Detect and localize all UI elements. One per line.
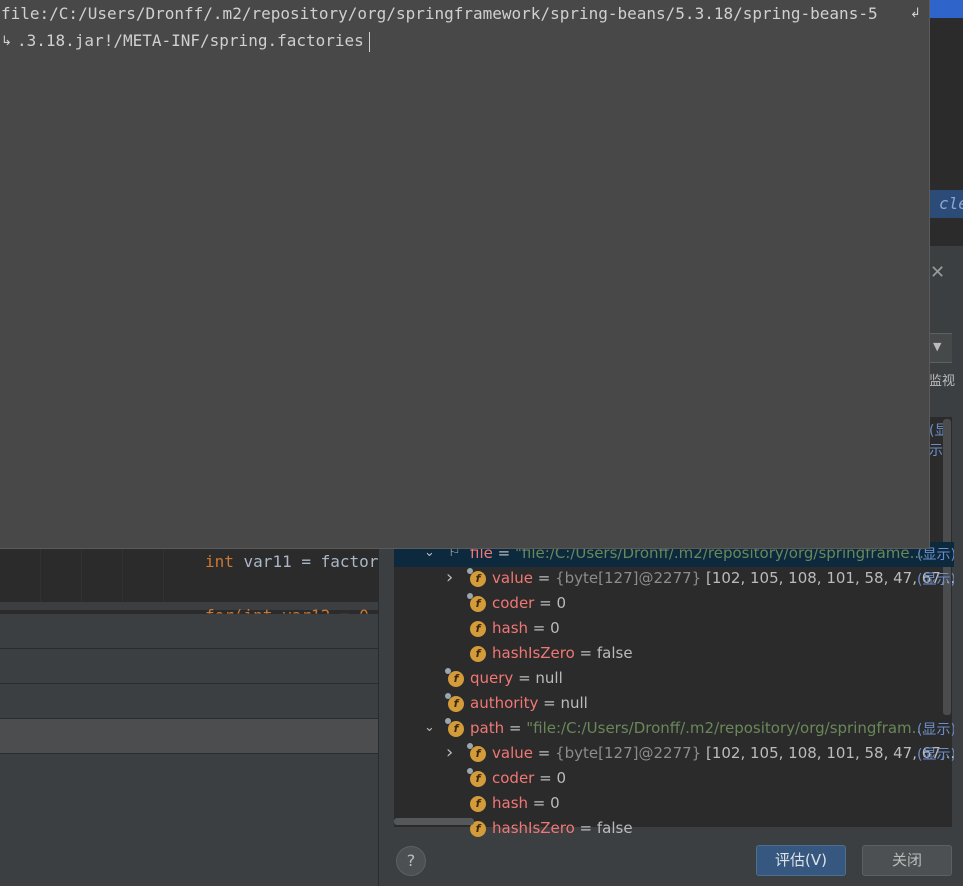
tree-row-text: path = "file:/C:/Users/Dronff/.m2/reposi… [470,719,926,737]
field-value: false [596,644,633,662]
field-value: 0 [550,619,560,637]
soft-wrap-icon: ↲ [910,6,921,21]
tree-row[interactable]: f hashIsZero = false [394,817,954,842]
tree-row[interactable]: f authority = null [394,692,954,717]
show-link[interactable]: (显示) [917,719,954,739]
tree-row-text: coder = 0 [492,769,566,787]
tree-row-text: authority = null [470,694,588,712]
tree-row-text: value = {byte[127]@2277} [102, 105, 108,… [492,744,954,762]
tree-row-text: value = {byte[127]@2277} [102, 105, 108,… [492,569,954,587]
tree-row-text: query = null [470,669,563,687]
tree-horizontal-scrollbar[interactable] [394,818,474,825]
tree-row[interactable]: f query = null [394,667,954,692]
chevron-down-icon[interactable]: ▼ [933,340,941,353]
frame-row-selected[interactable] [0,719,378,754]
tree-row[interactable]: f coder = 0 [394,767,954,792]
tree-row-text: coder = 0 [492,594,566,612]
tree-row[interactable]: f hash = 0 [394,792,954,817]
chevron-down-icon[interactable]: ⌄ [424,720,435,735]
field-value: "file:/C:/Users/Dronff/.m2/repository/or… [526,719,926,737]
field-icon: f [467,568,486,587]
field-icon: f [445,718,464,737]
tooltip-line-2: .3.18.jar!/META-INF/spring.factories [17,31,364,50]
tree-row[interactable]: › f value = {byte[127]@2277} [102, 105, 10… [394,742,954,767]
tree-row[interactable]: f coder = 0 [394,592,954,617]
field-name: value [492,569,533,587]
tree-row[interactable]: f hash = 0 [394,617,954,642]
value-tooltip[interactable]: file:/C:/Users/Dronff/.m2/repository/org… [0,0,930,549]
field-value: false [596,819,633,837]
field-value: 0 [550,794,560,812]
tree-row[interactable]: f hashIsZero = false [394,642,954,667]
field-icon: f [467,768,486,787]
close-icon[interactable]: ✕ [930,262,945,283]
field-icon: f [467,743,486,762]
frame-row[interactable] [0,684,378,719]
field-name: value [492,744,533,762]
tooltip-line-1: file:/C:/Users/Dronff/.m2/repository/org… [1,4,878,23]
field-name: hash [492,619,529,637]
field-value: null [560,694,588,712]
editor-gutter-area [929,18,963,190]
indent-guides [0,548,180,602]
field-name: authority [470,694,539,712]
tree-row-text: hashIsZero = false [492,644,633,662]
field-icon: f [445,693,464,712]
code-rest: var11 = factor [233,552,379,571]
add-watch-link[interactable]: 监视 [929,370,955,389]
frame-row[interactable] [0,614,378,649]
tree-row-text: hash = 0 [492,794,560,812]
tab-highlight [929,0,963,18]
field-icon: f [467,593,486,612]
tree-row-text: hashIsZero = false [492,819,633,837]
help-button[interactable]: ? [396,846,426,876]
soft-wrap-continue-icon: ↳ [1,34,12,49]
close-button[interactable]: 关闭 [862,845,952,876]
show-link[interactable]: (显示) [917,744,954,764]
code-line: int var11 = factor [205,552,378,571]
code-keyword: int [205,552,234,571]
debug-frames-panel [0,614,378,886]
chevron-right-icon[interactable]: › [446,742,453,763]
selected-code-line: cle [929,190,963,218]
tree-row[interactable]: › f value = {byte[127]@2277} [102, 105, 10… [394,567,954,592]
show-link[interactable]: (显示) [917,569,954,589]
field-name: coder [492,594,535,612]
object-ref: {byte[127]@2277} [555,569,702,587]
chevron-right-icon[interactable]: › [446,567,453,588]
field-icon: f [470,796,486,812]
field-icon: f [470,621,486,637]
field-name: hashIsZero [492,819,575,837]
editor-gutter-area-2 [929,218,963,246]
frame-row[interactable] [0,649,378,684]
field-name: coder [492,769,535,787]
field-value: null [535,669,563,687]
field-name: hash [492,794,529,812]
code-editor[interactable]: int var11 = factor for(int var12 = 0 [0,548,378,614]
field-value: 0 [556,769,566,787]
tree-row[interactable]: ⌄ f path = "file:/C:/Users/Dronff/.m2/repo… [394,717,954,742]
field-value: 0 [556,594,566,612]
text-caret [369,32,370,52]
field-icon: f [470,646,486,662]
tree-row-text: hash = 0 [492,619,560,637]
object-ref: {byte[127]@2277} [555,744,702,762]
evaluate-button[interactable]: 评估(V) [756,845,846,876]
field-name: path [470,719,505,737]
field-name: query [470,669,514,687]
field-icon: f [445,668,464,687]
selected-code-text: cle [939,194,963,213]
field-name: hashIsZero [492,644,575,662]
